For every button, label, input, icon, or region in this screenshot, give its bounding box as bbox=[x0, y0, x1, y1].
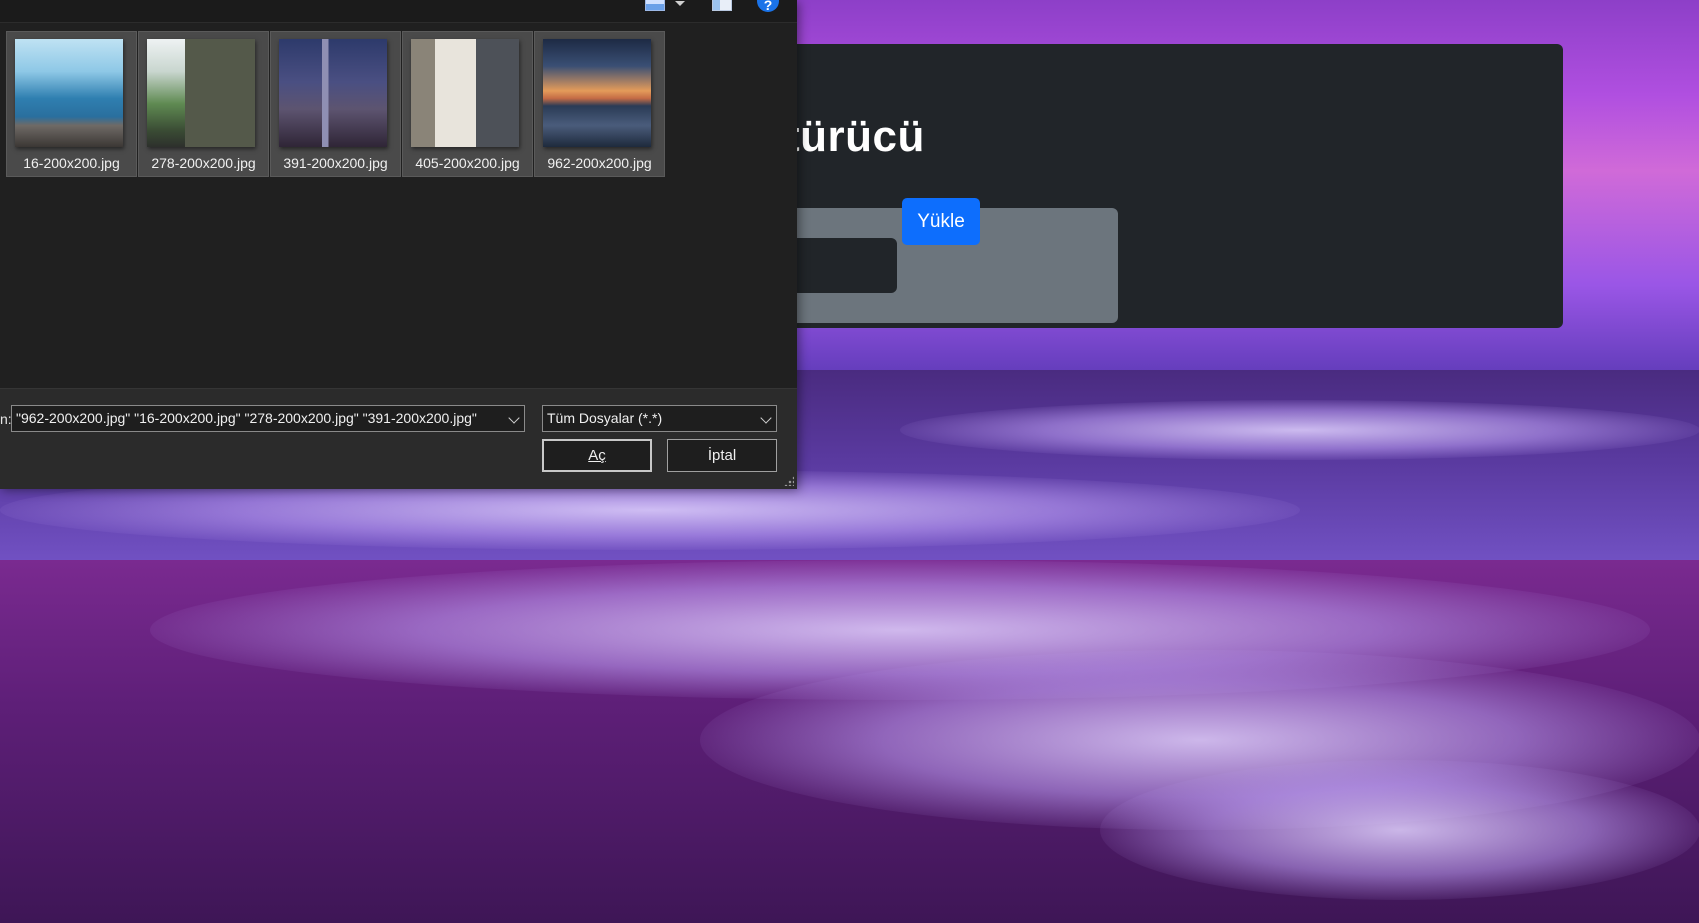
file-name-field[interactable]: "962-200x200.jpg" "16-200x200.jpg" "278-… bbox=[11, 405, 525, 432]
file-item[interactable]: 391-200x200.jpg bbox=[270, 31, 401, 177]
image-thumbnail bbox=[15, 39, 123, 147]
file-name-caption: n: bbox=[0, 411, 12, 427]
file-name-label: 405-200x200.jpg bbox=[415, 155, 520, 171]
wave-foam bbox=[900, 400, 1699, 460]
image-thumbnail bbox=[147, 39, 255, 147]
chevron-down-icon[interactable] bbox=[760, 412, 772, 424]
file-name-label: 278-200x200.jpg bbox=[151, 155, 256, 171]
file-name-label: 16-200x200.jpg bbox=[23, 155, 120, 171]
wave-foam bbox=[1100, 760, 1699, 900]
file-type-select[interactable]: Tüm Dosyalar (*.*) bbox=[542, 405, 777, 432]
open-button[interactable]: Aç bbox=[542, 439, 652, 472]
change-view-icon[interactable] bbox=[645, 0, 665, 11]
open-button-label: Aç bbox=[588, 447, 606, 464]
dialog-toolbar: ? bbox=[0, 0, 797, 23]
file-item[interactable]: 278-200x200.jpg bbox=[138, 31, 269, 177]
chevron-down-icon[interactable] bbox=[675, 1, 685, 6]
image-thumbnail bbox=[279, 39, 387, 147]
image-thumbnail bbox=[543, 39, 651, 147]
image-thumbnail bbox=[411, 39, 519, 147]
upload-button[interactable]: Yükle bbox=[902, 198, 980, 245]
file-name-value: "962-200x200.jpg" "16-200x200.jpg" "278-… bbox=[16, 410, 477, 426]
file-open-dialog: ? 16-200x200.jpg 278-200x200.jpg 391-200… bbox=[0, 0, 797, 489]
resize-grip-icon[interactable] bbox=[784, 476, 794, 486]
file-name-label: 391-200x200.jpg bbox=[283, 155, 388, 171]
file-item[interactable]: 405-200x200.jpg bbox=[402, 31, 533, 177]
file-item[interactable]: 16-200x200.jpg bbox=[6, 31, 137, 177]
file-name-label: 962-200x200.jpg bbox=[547, 155, 652, 171]
chevron-down-icon[interactable] bbox=[508, 412, 520, 424]
file-type-value: Tüm Dosyalar (*.*) bbox=[547, 410, 663, 426]
help-icon[interactable]: ? bbox=[757, 0, 779, 13]
cancel-button[interactable]: İptal bbox=[667, 439, 777, 472]
file-item[interactable]: 962-200x200.jpg bbox=[534, 31, 665, 177]
preview-pane-icon[interactable] bbox=[712, 0, 732, 11]
converter-card: ştürücü bbox=[760, 44, 1563, 328]
dialog-footer: n: "962-200x200.jpg" "16-200x200.jpg" "2… bbox=[0, 388, 797, 489]
